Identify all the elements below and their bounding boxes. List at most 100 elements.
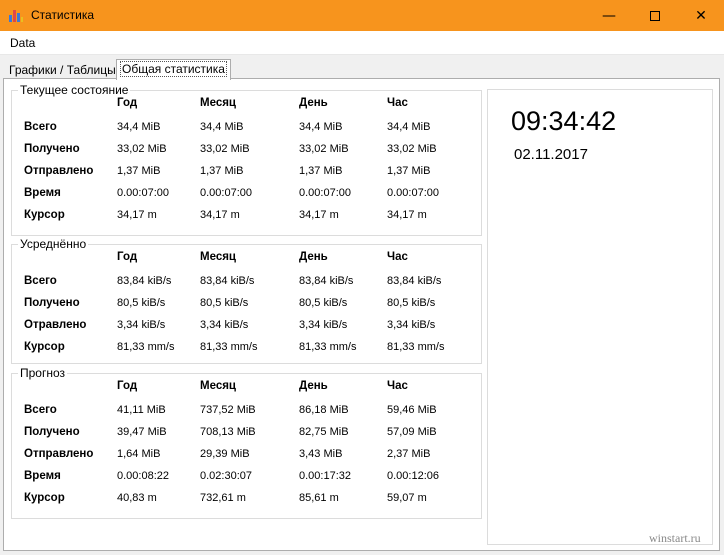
row-label: Получено bbox=[24, 426, 80, 438]
clock-date: 02.11.2017 bbox=[514, 146, 588, 163]
stat-value: 33,02 MiB bbox=[117, 143, 167, 155]
stat-value: 1,37 MiB bbox=[299, 165, 343, 177]
column-header: День bbox=[299, 380, 328, 392]
chart-app-icon bbox=[9, 9, 23, 22]
stat-value: 34,4 MiB bbox=[299, 121, 343, 133]
stat-value: 83,84 kiB/s bbox=[117, 275, 172, 287]
group-title: Текущее состояние bbox=[18, 83, 131, 97]
stat-value: 1,37 MiB bbox=[200, 165, 244, 177]
stat-value: 81,33 mm/s bbox=[299, 341, 357, 353]
column-header: Год bbox=[117, 97, 138, 109]
stat-value: 1,37 MiB bbox=[117, 165, 161, 177]
stat-value: 34,4 MiB bbox=[117, 121, 161, 133]
stat-value: 3,34 kiB/s bbox=[387, 319, 436, 331]
clock-time: 09:34:42 bbox=[511, 106, 617, 136]
stat-value: 732,61 m bbox=[200, 492, 246, 504]
row-label: Всего bbox=[24, 121, 57, 133]
menu-data[interactable]: Data bbox=[10, 36, 35, 50]
maximize-icon bbox=[650, 10, 660, 21]
stat-value: 3,34 kiB/s bbox=[200, 319, 249, 331]
row-label: Получено bbox=[24, 297, 80, 309]
stat-value: 708,13 MiB bbox=[200, 426, 256, 438]
row-label: Отправлено bbox=[24, 448, 94, 460]
stat-value: 80,5 kiB/s bbox=[117, 297, 166, 309]
stat-value: 0.00:17:32 bbox=[299, 470, 351, 482]
stat-value: 33,02 MiB bbox=[299, 143, 349, 155]
row-label: Получено bbox=[24, 143, 80, 155]
row-label: Отправлено bbox=[24, 165, 94, 177]
column-header: Час bbox=[387, 97, 408, 109]
stat-value: 34,17 m bbox=[200, 209, 240, 221]
minimize-button[interactable]: — bbox=[586, 0, 632, 31]
stat-value: 57,09 MiB bbox=[387, 426, 437, 438]
stat-value: 80,5 kiB/s bbox=[200, 297, 249, 309]
row-label: Курсор bbox=[24, 209, 65, 221]
stat-value: 82,75 MiB bbox=[299, 426, 349, 438]
stat-value: 81,33 mm/s bbox=[200, 341, 258, 353]
stat-value: 34,17 m bbox=[387, 209, 427, 221]
group-title: Прогноз bbox=[18, 366, 68, 380]
stat-value: 3,34 kiB/s bbox=[299, 319, 348, 331]
row-label: Всего bbox=[24, 404, 57, 416]
stat-value: 0.00:07:00 bbox=[200, 187, 252, 199]
stat-value: 85,61 m bbox=[299, 492, 339, 504]
maximize-button[interactable] bbox=[632, 0, 678, 31]
stat-value: 40,83 m bbox=[117, 492, 157, 504]
stat-value: 34,17 m bbox=[117, 209, 157, 221]
stat-value: 0.00:12:06 bbox=[387, 470, 439, 482]
stat-value: 0.00:07:00 bbox=[299, 187, 351, 199]
stat-value: 81,33 mm/s bbox=[387, 341, 445, 353]
stat-value: 83,84 kiB/s bbox=[387, 275, 442, 287]
watermark: winstart.ru bbox=[649, 531, 701, 545]
stat-value: 2,37 MiB bbox=[387, 448, 431, 460]
stat-value: 737,52 MiB bbox=[200, 404, 256, 416]
column-header: Месяц bbox=[200, 97, 236, 109]
row-label: Курсор bbox=[24, 492, 65, 504]
stat-value: 83,84 kiB/s bbox=[200, 275, 255, 287]
column-header: Год bbox=[117, 380, 138, 392]
stat-value: 80,5 kiB/s bbox=[299, 297, 348, 309]
stat-value: 3,34 kiB/s bbox=[117, 319, 166, 331]
stat-value: 0.00:07:00 bbox=[387, 187, 439, 199]
stat-value: 41,11 MiB bbox=[117, 404, 166, 416]
minimize-icon: — bbox=[602, 7, 616, 24]
stat-value: 29,39 MiB bbox=[200, 448, 250, 460]
stat-value: 0.00:07:00 bbox=[117, 187, 169, 199]
row-label: Всего bbox=[24, 275, 57, 287]
stat-value: 39,47 MiB bbox=[117, 426, 167, 438]
column-header: День bbox=[299, 251, 328, 263]
stat-value: 83,84 kiB/s bbox=[299, 275, 354, 287]
row-label: Курсор bbox=[24, 341, 65, 353]
stat-value: 81,33 mm/s bbox=[117, 341, 175, 353]
column-header: Час bbox=[387, 251, 408, 263]
row-label: Отравлено bbox=[24, 319, 87, 331]
stat-value: 33,02 MiB bbox=[200, 143, 250, 155]
column-header: Месяц bbox=[200, 251, 236, 263]
column-header: Месяц bbox=[200, 380, 236, 392]
stat-value: 3,43 MiB bbox=[299, 448, 343, 460]
stat-value: 1,64 MiB bbox=[117, 448, 161, 460]
menu-bar: Data bbox=[0, 31, 724, 55]
stat-value: 1,37 MiB bbox=[387, 165, 431, 177]
stat-value: 0.00:08:22 bbox=[117, 470, 169, 482]
stat-value: 34,4 MiB bbox=[200, 121, 244, 133]
window-title: Статистика bbox=[31, 8, 95, 22]
tab-label: Графики / Таблицы bbox=[9, 63, 116, 77]
column-header: Час bbox=[387, 380, 408, 392]
stat-value: 0.02:30:07 bbox=[200, 470, 252, 482]
tab-label: Общая статистика bbox=[120, 61, 227, 77]
stat-value: 59,46 MiB bbox=[387, 404, 437, 416]
row-label: Время bbox=[24, 187, 61, 199]
stat-value: 59,07 m bbox=[387, 492, 427, 504]
column-header: Год bbox=[117, 251, 138, 263]
stat-value: 86,18 MiB bbox=[299, 404, 349, 416]
column-header: День bbox=[299, 97, 328, 109]
stat-value: 33,02 MiB bbox=[387, 143, 437, 155]
close-icon: ✕ bbox=[695, 7, 707, 24]
tab-general-stats[interactable]: Общая статистика bbox=[116, 59, 231, 80]
close-button[interactable]: ✕ bbox=[678, 0, 724, 31]
stat-value: 34,4 MiB bbox=[387, 121, 431, 133]
title-bar[interactable]: Статистика — ✕ bbox=[0, 0, 724, 31]
group-title: Усреднённо bbox=[18, 237, 89, 251]
stat-value: 80,5 kiB/s bbox=[387, 297, 436, 309]
